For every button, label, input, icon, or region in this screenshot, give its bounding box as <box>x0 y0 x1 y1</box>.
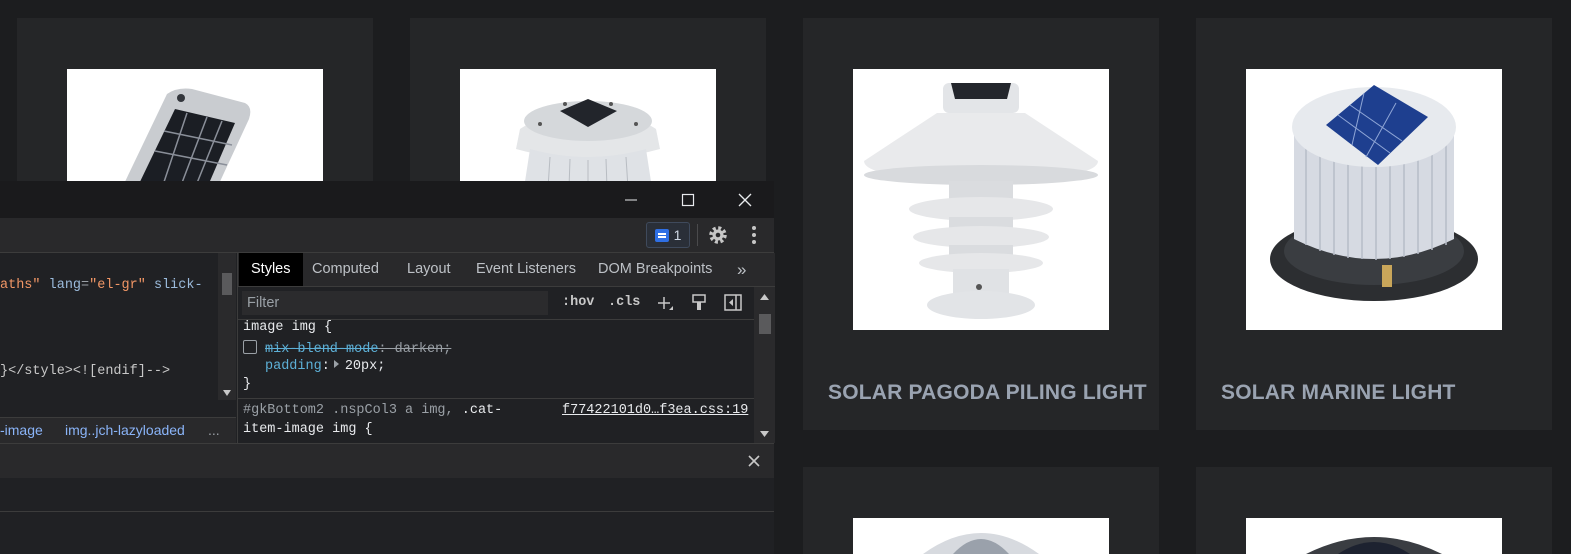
property-name[interactable]: padding <box>265 359 322 374</box>
rule-property[interactable]: padding: 20px; <box>265 359 385 374</box>
selector-matched: .cat- <box>461 403 503 418</box>
product-title[interactable]: SOLAR PAGODA PILING LIGHT <box>828 381 1147 405</box>
breadcrumb-overflow[interactable]: ... <box>208 422 220 438</box>
attr-value-fragment: aths" <box>0 278 41 293</box>
breadcrumb-item[interactable]: -image <box>0 422 43 438</box>
solar-light-dome-image <box>853 518 1109 554</box>
breadcrumb: -image img..jch-lazyloaded ... <box>0 417 236 444</box>
elements-tree[interactable]: aths" lang="el-gr" slick- }</style><![en… <box>0 253 236 443</box>
tab-dom-breakpoints[interactable]: DOM Breakpoints <box>598 253 712 286</box>
drawer-body <box>0 478 774 554</box>
solar-panel-light-image <box>67 69 323 188</box>
product-card-marine[interactable]: SOLAR MARINE LIGHT <box>1196 18 1552 430</box>
filter-row: Filter :hov .cls <box>238 287 775 320</box>
scrollbar-thumb[interactable] <box>222 273 232 295</box>
maximize-button[interactable] <box>663 181 713 218</box>
solar-light-disc-image <box>1246 518 1502 554</box>
property-value[interactable]: : darken; <box>378 342 451 357</box>
more-tabs-button[interactable]: » <box>737 253 746 286</box>
tab-styles[interactable]: Styles <box>239 253 303 286</box>
issues-count: 1 <box>673 227 682 243</box>
rule-divider <box>238 398 754 399</box>
pagoda-light-image <box>853 69 1109 330</box>
scrollbar-thumb[interactable] <box>759 314 771 334</box>
settings-button[interactable] <box>707 224 729 246</box>
product-image[interactable] <box>1246 518 1502 554</box>
product-title[interactable]: SOLAR MARINE LIGHT <box>1221 381 1456 405</box>
message-icon <box>654 228 669 242</box>
scroll-down-icon[interactable] <box>754 429 775 439</box>
styles-pane: Styles Computed Layout Event Listeners D… <box>237 253 775 443</box>
product-image[interactable] <box>853 518 1109 554</box>
kebab-menu-icon <box>752 226 756 244</box>
scroll-down-icon[interactable] <box>218 388 236 398</box>
rule-close: } <box>243 377 252 392</box>
attr-name-fragment: slick- <box>153 278 203 293</box>
style-rules: image img { mix-blend-mode: darken; padd… <box>238 320 754 443</box>
dom-node-line[interactable]: aths" lang="el-gr" slick- <box>0 278 203 293</box>
tab-layout[interactable]: Layout <box>407 253 451 286</box>
sidebar-tabs: Styles Computed Layout Event Listeners D… <box>238 253 775 287</box>
more-options-button[interactable] <box>744 224 764 246</box>
solar-beacon-image <box>460 69 716 188</box>
minimize-button[interactable] <box>606 181 656 218</box>
hover-state-button[interactable]: :hov <box>562 291 594 315</box>
rule-property-disabled[interactable]: mix-blend-mode: darken; <box>243 340 451 357</box>
scroll-up-icon[interactable] <box>754 292 775 302</box>
styles-scrollbar[interactable] <box>754 287 775 443</box>
attr-value: "el-gr" <box>89 278 146 293</box>
product-card-6[interactable] <box>1196 467 1552 554</box>
devtools-titlebar[interactable] <box>0 181 774 218</box>
tab-event-listeners[interactable]: Event Listeners <box>476 253 576 286</box>
add-rule-icon[interactable] <box>654 292 674 314</box>
issues-button[interactable]: 1 <box>646 222 690 248</box>
close-drawer-icon[interactable] <box>746 453 762 469</box>
rule-selector[interactable]: image img { <box>243 320 332 335</box>
rule-selector-continued[interactable]: item-image img { <box>243 422 373 437</box>
paint-brush-icon[interactable] <box>690 293 708 313</box>
close-icon <box>738 193 752 206</box>
product-image[interactable] <box>1246 69 1502 330</box>
product-card-2[interactable] <box>410 18 766 188</box>
class-toggle-button[interactable]: .cls <box>608 291 640 315</box>
product-card-5[interactable] <box>803 467 1159 554</box>
marine-light-image <box>1246 69 1502 330</box>
selector-unmatched: #gkBottom2 .nspCol3 a img, <box>243 403 454 418</box>
product-image[interactable] <box>67 69 323 188</box>
gear-icon <box>709 226 727 244</box>
product-image[interactable] <box>853 69 1109 330</box>
property-value[interactable]: 20px; <box>345 359 386 374</box>
dom-node-line[interactable]: }</style><![endif]--> <box>0 364 170 379</box>
product-card-pagoda[interactable]: SOLAR PAGODA PILING LIGHT <box>803 18 1159 430</box>
product-image[interactable] <box>460 69 716 188</box>
toggle-sidebar-icon[interactable] <box>723 293 743 313</box>
rule-selector[interactable]: #gkBottom2 .nspCol3 a img, .cat- <box>243 403 502 418</box>
devtools-window[interactable]: 1 aths" lang="el-gr" slick- }</style><![… <box>0 181 775 554</box>
maximize-icon <box>681 193 695 206</box>
stylesheet-link[interactable]: f77422101d0…f3ea.css:19 <box>562 403 748 418</box>
drawer-header <box>0 443 774 479</box>
elements-scrollbar[interactable] <box>218 253 236 400</box>
breadcrumb-item[interactable]: img..jch-lazyloaded <box>65 422 185 438</box>
toolbar-divider <box>697 224 698 246</box>
property-name[interactable]: mix-blend-mode <box>265 342 378 357</box>
filter-input[interactable]: Filter <box>242 291 548 315</box>
close-window-button[interactable] <box>720 181 770 218</box>
tab-computed[interactable]: Computed <box>312 253 379 286</box>
product-card-1[interactable] <box>17 18 373 188</box>
minimize-icon <box>625 199 637 200</box>
attr-name: lang <box>48 278 82 293</box>
expand-triangle-icon[interactable] <box>333 360 339 368</box>
property-checkbox[interactable] <box>243 340 257 354</box>
drawer-divider <box>0 511 774 512</box>
devtools-toolbar: 1 <box>0 218 774 253</box>
